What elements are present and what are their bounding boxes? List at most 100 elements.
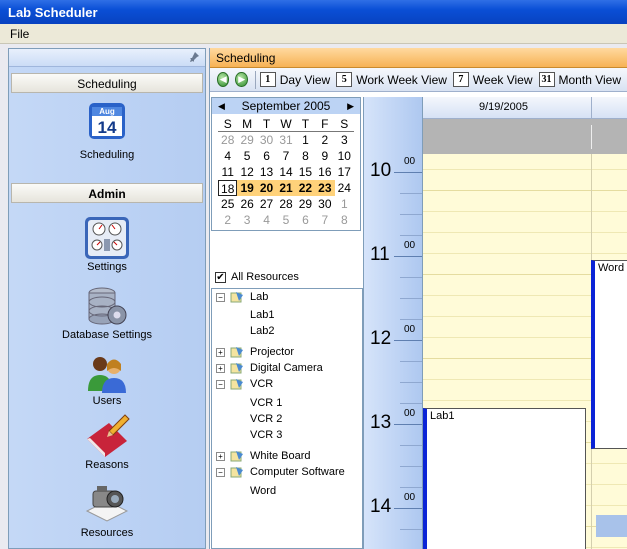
appointment-lab1[interactable]: Lab1 [423,408,586,549]
sidebar-item-label: Users [92,395,122,407]
calendar-day[interactable]: 25 [218,196,237,212]
pin-icon[interactable] [189,52,199,62]
expand-icon[interactable]: + [216,347,225,357]
sidebar: Scheduling Aug 14 Scheduling Admin Setti… [8,48,206,549]
collapse-icon[interactable]: − [216,292,225,302]
work-week-view-button[interactable]: 5 Work Week View [336,72,447,87]
calendar-day[interactable]: 22 [295,180,316,196]
calendar-day[interactable]: 18 [218,180,238,196]
calendar-day[interactable]: 8 [335,212,354,228]
calendar-day[interactable]: 29 [237,132,256,148]
mini-calendar-month: September 2005 [241,99,331,113]
day-of-week-label: F [315,116,335,132]
tree-node-projector[interactable]: + Projector [216,346,294,358]
sidebar-item-resources[interactable]: Resources [9,481,205,539]
expand-icon[interactable]: + [216,451,225,461]
calendar-day[interactable]: 8 [296,148,315,164]
appointment-word[interactable]: Word [591,260,627,449]
hour-number: 12 [370,328,392,349]
day-grid[interactable]: Word Lab1 [423,154,627,549]
calendar-day[interactable]: 30 [257,132,276,148]
calendar-day[interactable]: 21 [276,180,296,196]
sidebar-header-scheduling[interactable]: Scheduling [11,73,203,93]
tree-node-lab2[interactable]: Lab2 [250,325,274,337]
tree-node-lab1[interactable]: Lab1 [250,309,274,321]
sidebar-item-database-settings[interactable]: Database Settings [9,285,205,341]
tree-label: Computer Software [250,466,345,478]
tree-node-word[interactable]: Word [250,485,276,497]
calendar-day[interactable]: 4 [218,148,237,164]
all-resources-checkbox[interactable]: ✔ All Resources [215,271,299,283]
calendar-day[interactable]: 29 [296,196,315,212]
calendar-day[interactable]: 7 [315,212,334,228]
calendar-day[interactable]: 27 [257,196,276,212]
hour-minutes: 00 [404,240,416,251]
calendar-day[interactable]: 16 [315,164,334,180]
calendar-day[interactable]: 10 [335,148,354,164]
calendar-day[interactable]: 1 [335,196,354,212]
sidebar-item-users[interactable]: Users [9,353,205,407]
tree-node-vcr-1[interactable]: VCR 1 [250,397,282,409]
calendar-day[interactable]: 26 [237,196,256,212]
tree-node-vcr-3[interactable]: VCR 3 [250,429,282,441]
calendar-day[interactable]: 28 [218,132,237,148]
tree-node-vcr-2[interactable]: VCR 2 [250,413,282,425]
calendar-day[interactable]: 5 [237,148,256,164]
calendar-day[interactable]: 23 [315,180,335,196]
calendar-day[interactable]: 17 [335,164,354,180]
sidebar-item-reasons[interactable]: Reasons [9,413,205,471]
calendar-day[interactable]: 28 [276,196,295,212]
calendar-day[interactable]: 11 [218,164,237,180]
week-view-icon: 7 [452,72,469,87]
calendar-day[interactable]: 14 [276,164,295,180]
tree-label: Word [250,485,277,497]
collapse-icon[interactable]: − [216,379,225,389]
calendar-day[interactable]: 3 [335,132,354,148]
calendar-day[interactable]: 31 [276,132,295,148]
menu-bar: File [0,24,627,44]
day-header[interactable]: 9/19/2005 [423,97,627,119]
calendar-day[interactable]: 7 [276,148,295,164]
hour-number: 14 [370,496,392,517]
all-day-area[interactable] [423,119,627,154]
day-view-button[interactable]: 1 Day View [259,72,330,87]
tree-node-digital-camera[interactable]: + Digital Camera [216,362,323,374]
back-icon[interactable]: ◀ [217,72,230,87]
calendar-day[interactable]: 13 [257,164,276,180]
sidebar-item-settings[interactable]: Settings [9,215,205,273]
sidebar-item-scheduling[interactable]: Aug 14 Scheduling [9,99,205,161]
tree-node-computer-software[interactable]: − Computer Software [216,466,345,478]
calendar-day[interactable]: 24 [335,180,354,196]
tree-node-lab[interactable]: − Lab [216,291,268,303]
calendar-day[interactable]: 4 [257,212,276,228]
calendar-day[interactable]: 6 [296,212,315,228]
week-view-label: Week View [472,72,533,87]
week-view-button[interactable]: 7 Week View [452,72,533,87]
calendar-day[interactable]: 6 [257,148,276,164]
sidebar-header-admin[interactable]: Admin [11,183,203,203]
calendar-day[interactable]: 1 [296,132,315,148]
selected-slot[interactable] [596,515,627,537]
calendar-day[interactable]: 9 [315,148,334,164]
collapse-icon[interactable]: − [216,467,225,477]
calendar-day[interactable]: 5 [276,212,295,228]
calendar-day[interactable]: 20 [256,180,277,196]
calendar-day[interactable]: 12 [237,164,256,180]
calendar-day[interactable]: 19 [237,180,257,196]
forward-icon[interactable]: ▶ [235,72,248,87]
month-view-button[interactable]: 31 Month View [538,72,621,87]
expand-icon[interactable]: + [216,363,225,373]
calendar-day[interactable]: 15 [296,164,315,180]
tree-node-vcr[interactable]: − VCR [216,378,273,390]
day-of-week-label: T [256,116,277,132]
calendar-day[interactable]: 30 [315,196,334,212]
tree-node-white-board[interactable]: + White Board [216,450,311,462]
menu-file[interactable]: File [10,27,29,41]
calendar-day[interactable]: 2 [315,132,334,148]
calendar-day[interactable]: 3 [237,212,256,228]
tree-label: Lab1 [250,309,275,321]
next-month-icon[interactable]: ▶ [347,101,354,112]
time-ruler: 10 00 11 00 12 00 13 00 14 00 [363,97,423,549]
prev-month-icon[interactable]: ◀ [218,101,225,112]
calendar-day[interactable]: 2 [218,212,237,228]
